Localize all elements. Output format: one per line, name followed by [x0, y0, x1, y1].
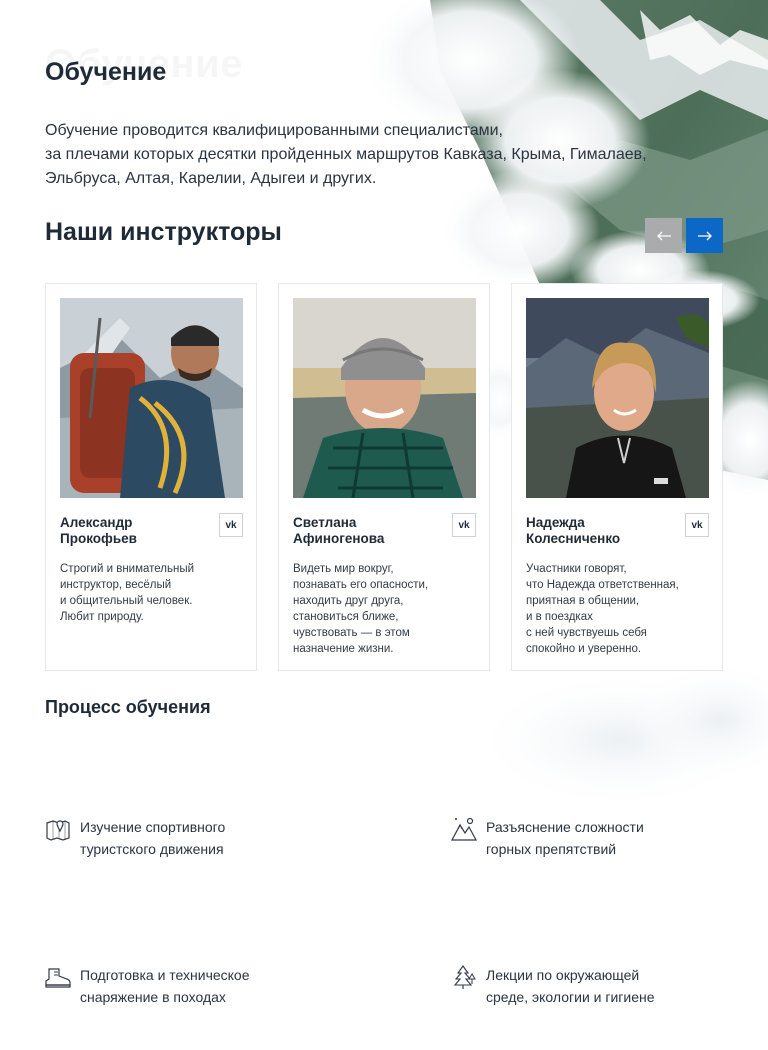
- vk-link[interactable]: vk: [685, 513, 709, 537]
- carousel-prev-button[interactable]: [645, 218, 682, 253]
- process-item: Подготовка и техническое снаряжение в по…: [45, 964, 250, 1008]
- arrow-left-icon: [656, 231, 671, 240]
- process-item-text: Лекции по окружающей среде, экологии и г…: [486, 964, 655, 1008]
- instructor-carousel: Александр Прокофьев vk Строгий и внимате…: [45, 283, 723, 671]
- process-item-text: Подготовка и техническое снаряжение в по…: [80, 964, 250, 1008]
- trees-icon: [453, 965, 476, 989]
- desc-line: инструктор, весёлый: [60, 579, 172, 591]
- instructor-photo: [526, 298, 709, 498]
- desc-line: с ней чувствуешь себя: [526, 627, 647, 639]
- vk-icon: vk: [225, 519, 237, 531]
- hiking-boot-icon: [45, 968, 71, 988]
- instructor-description: Участники говорят, что Надежда ответстве…: [526, 561, 716, 657]
- desc-line: Строгий и внимательный: [60, 563, 195, 575]
- name-line: Александр: [60, 515, 133, 530]
- desc-line: что Надежда ответственная,: [526, 579, 679, 591]
- desc-line: познавать его опасности,: [293, 579, 429, 591]
- instructor-card: Александр Прокофьев vk Строгий и внимате…: [45, 283, 257, 671]
- process-item-text: Разъяснение сложности горных препятствий: [486, 816, 644, 860]
- process-line: снаряжение в походах: [80, 989, 226, 1005]
- instructor-name: Надежда Колесниченко: [526, 515, 676, 547]
- instructor-description: Строгий и внимательный инструктор, весёл…: [60, 561, 250, 625]
- process-line: туристского движения: [80, 841, 224, 857]
- vk-icon: vk: [458, 519, 470, 531]
- name-line: Прокофьев: [60, 531, 137, 546]
- desc-line: чувствовать — в этом: [293, 627, 410, 639]
- instructor-card: Надежда Колесниченко vk Участники говоря…: [511, 283, 723, 671]
- desc-line: становиться ближе,: [293, 611, 399, 623]
- desc-line: спокойно и уверенно.: [526, 643, 642, 655]
- desc-line: и в поездках: [526, 611, 593, 623]
- intro-line: за плечами которых десятки пройденных ма…: [45, 146, 647, 163]
- process-line: Подготовка и техническое: [80, 967, 250, 983]
- intro-text: Обучение проводится квалифицированными с…: [45, 119, 735, 191]
- name-line: Светлана: [293, 515, 357, 530]
- process-line: Разъяснение сложности: [486, 819, 644, 835]
- instructors-title: Наши инструкторы: [45, 218, 282, 246]
- name-line: Надежда: [526, 515, 585, 530]
- instructor-name: Светлана Афиногенова: [293, 515, 443, 547]
- process-line: Изучение спортивного: [80, 819, 226, 835]
- process-title: Процесс обучения: [45, 697, 211, 717]
- process-item: Лекции по окружающей среде, экологии и г…: [451, 964, 655, 1008]
- desc-line: Видеть мир вокруг,: [293, 563, 394, 575]
- desc-line: приятная в общении,: [526, 595, 640, 607]
- process-line: горных препятствий: [486, 841, 617, 857]
- desc-line: назначение жизни.: [293, 643, 394, 655]
- instructor-name: Александр Прокофьев: [60, 515, 210, 547]
- instructor-photo: [60, 298, 243, 498]
- vk-link[interactable]: vk: [452, 513, 476, 537]
- process-item: Изучение спортивного туристского движени…: [45, 816, 225, 860]
- desc-line: Любит природу.: [60, 611, 144, 623]
- desc-line: находить друг друга,: [293, 595, 404, 607]
- instructor-photo: [293, 298, 476, 498]
- page-title: Обучение: [45, 58, 167, 86]
- name-line: Колесниченко: [526, 531, 621, 546]
- process-item-text: Изучение спортивного туристского движени…: [80, 816, 225, 860]
- process-line: среде, экологии и гигиене: [486, 989, 655, 1005]
- desc-line: и общительный человек.: [60, 595, 193, 607]
- process-line: Лекции по окружающей: [486, 967, 640, 983]
- intro-line: Обучение проводится квалифицированными с…: [45, 122, 503, 139]
- arrow-right-icon: [697, 231, 712, 240]
- mountains-icon: [451, 817, 477, 841]
- instructor-description: Видеть мир вокруг, познавать его опаснос…: [293, 561, 483, 657]
- instructor-card: Светлана Афиногенова vk Видеть мир вокру…: [278, 283, 490, 671]
- carousel-next-button[interactable]: [686, 218, 723, 253]
- map-pin-icon: [46, 820, 70, 841]
- vk-icon: vk: [691, 519, 703, 531]
- process-item: Разъяснение сложности горных препятствий: [451, 816, 644, 860]
- vk-link[interactable]: vk: [219, 513, 243, 537]
- name-line: Афиногенова: [293, 531, 385, 546]
- intro-line: Эльбруса, Алтая, Карелии, Адыгеи и други…: [45, 170, 377, 187]
- desc-line: Участники говорят,: [526, 563, 627, 575]
